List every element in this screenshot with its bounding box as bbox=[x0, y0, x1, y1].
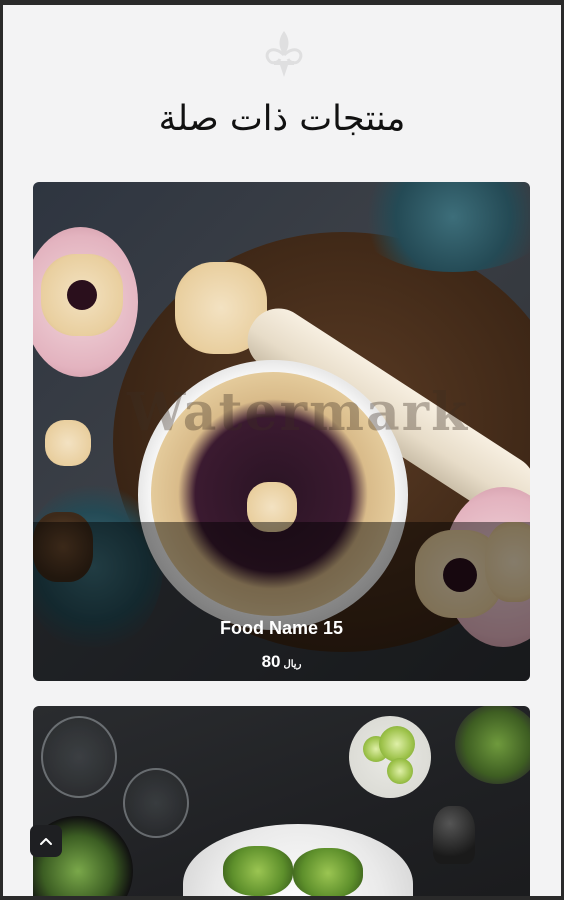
product-card[interactable] bbox=[33, 706, 530, 896]
section-title: منتجات ذات صلة bbox=[158, 99, 406, 139]
watermark-text: Watermark bbox=[126, 382, 470, 443]
currency-symbol: ريال bbox=[283, 659, 302, 670]
scroll-to-top-button[interactable] bbox=[30, 825, 62, 857]
product-name[interactable]: Food Name 15 bbox=[33, 618, 530, 639]
page: منتجات ذات صلة Watermark Food Name 15 80… bbox=[3, 5, 561, 896]
chevron-up-icon bbox=[40, 838, 52, 845]
fleur-de-lis-icon bbox=[256, 27, 312, 83]
price-value: 80 bbox=[261, 652, 281, 671]
product-card[interactable]: Watermark Food Name 15 80 ريال bbox=[33, 182, 530, 681]
product-price: 80 ريال bbox=[33, 652, 530, 672]
product-image bbox=[33, 706, 530, 896]
